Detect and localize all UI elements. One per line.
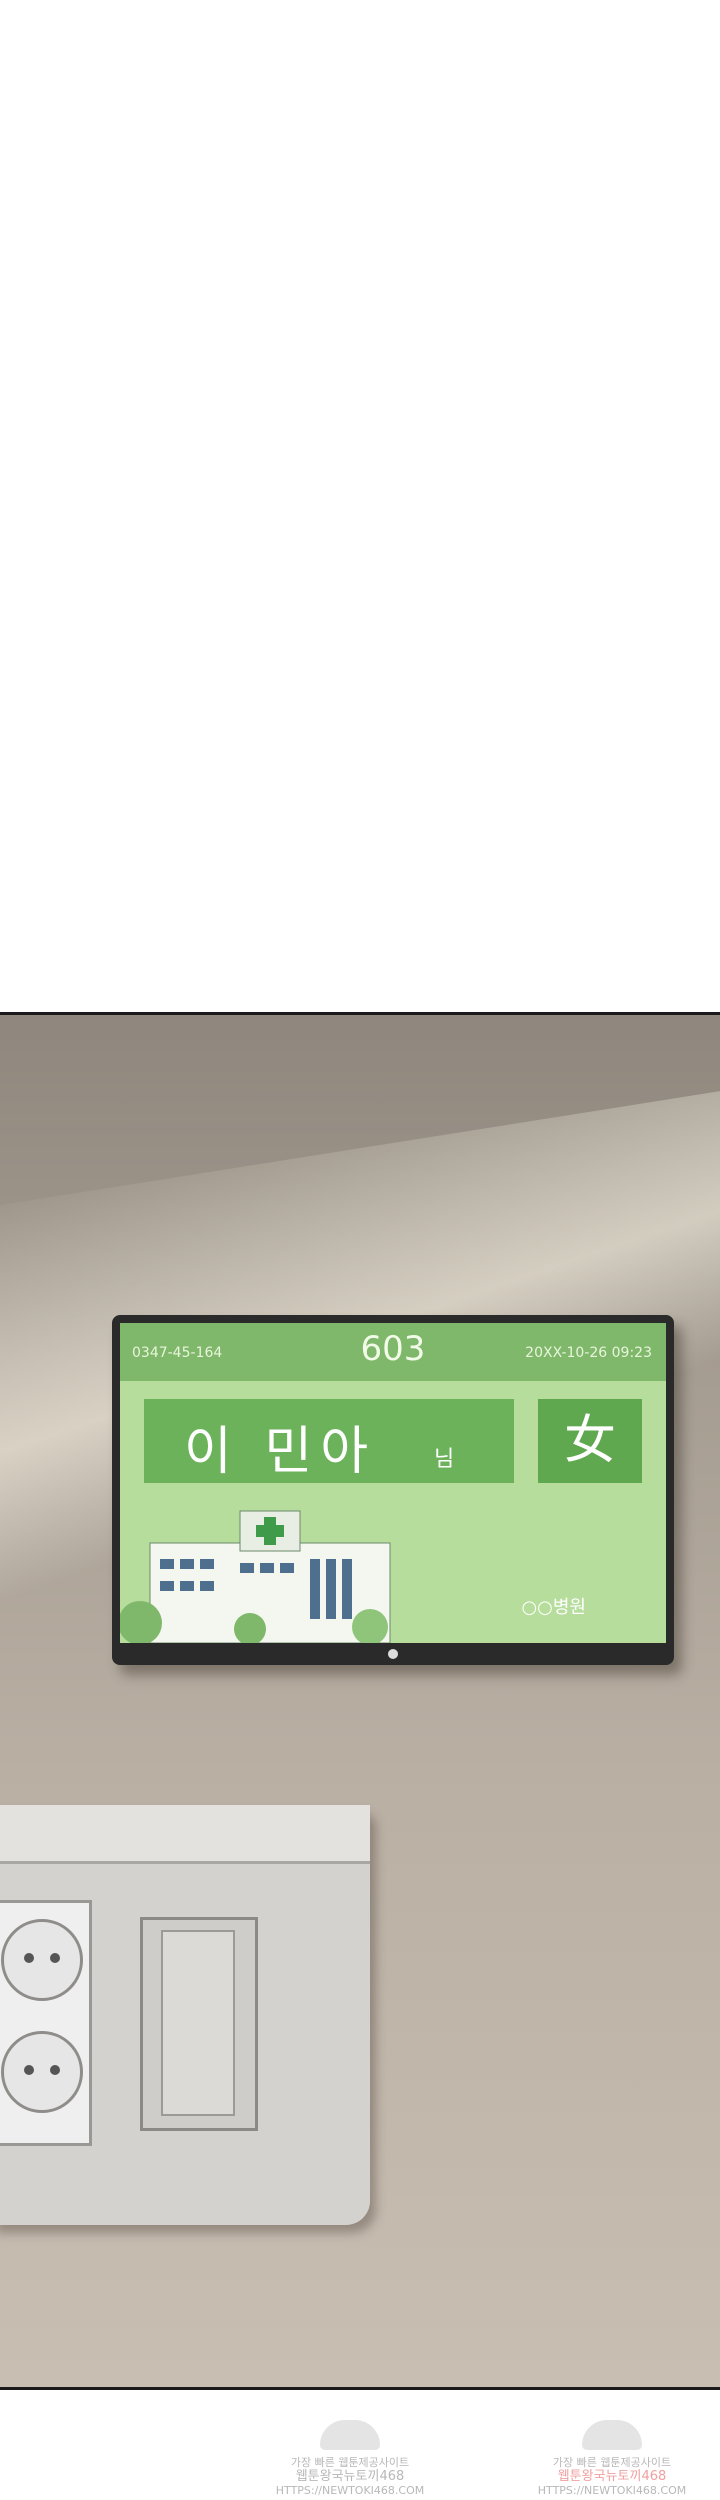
tv-screen: 0347-45-164 603 20XX-10-26 09:23 이 민아 님 … — [120, 1323, 666, 1643]
socket-pin — [24, 1953, 34, 1963]
hospital-illustration — [120, 1510, 391, 1643]
hospital-tv-display: 0347-45-164 603 20XX-10-26 09:23 이 민아 님 … — [112, 1315, 674, 1665]
wall-outlet-panel — [0, 1805, 370, 2225]
watermark-logo-icon — [582, 2420, 642, 2450]
comic-panel: 0347-45-164 603 20XX-10-26 09:23 이 민아 님 … — [0, 1012, 720, 2390]
footer-watermark-area: 가장 빠른 웹툰제공사이트 웹툰왕국뉴토끼468 HTTPS://NEWTOKI… — [0, 2390, 720, 2500]
gender-badge: 女 — [538, 1399, 642, 1483]
light-switch — [161, 1930, 235, 2116]
watermark-line2: 웹툰왕국뉴토끼468 — [295, 2469, 405, 2484]
tv-power-light — [388, 1649, 398, 1659]
hospital-name: ○○병원 — [521, 1597, 586, 1618]
watermark: 가장 빠른 웹툰제공사이트 웹툰왕국뉴토끼468 HTTPS://NEWTOKI… — [532, 2420, 692, 2498]
socket-pin — [24, 2065, 34, 2075]
watermark-line1: 가장 빠른 웹툰제공사이트 — [290, 2456, 410, 2469]
light-switch-plate — [140, 1917, 258, 2131]
socket-pin — [50, 1953, 60, 1963]
power-socket — [1, 2031, 83, 2113]
socket-plate — [0, 1900, 92, 2146]
honorific-suffix: 님 — [434, 1447, 455, 1472]
watermark-logo-icon — [320, 2420, 380, 2450]
socket-pin — [50, 2065, 60, 2075]
screen-header: 0347-45-164 603 20XX-10-26 09:23 — [120, 1323, 666, 1381]
power-socket — [1, 1919, 83, 2001]
watermark-line1: 가장 빠른 웹툰제공사이트 — [552, 2456, 672, 2469]
watermark: 가장 빠른 웹툰제공사이트 웹툰왕국뉴토끼468 HTTPS://NEWTOKI… — [270, 2420, 430, 2498]
watermark-line2: 웹툰왕국뉴토끼468 — [557, 2469, 667, 2484]
patient-name: 이 민아 — [184, 1422, 377, 1482]
blank-top-area — [0, 0, 720, 1012]
watermark-line3: HTTPS://NEWTOKI468.COM — [275, 2484, 425, 2497]
datetime-text: 20XX-10-26 09:23 — [525, 1345, 652, 1361]
patient-name-box: 이 민아 님 — [144, 1399, 514, 1483]
outlet-panel-top — [0, 1805, 370, 1864]
watermark-line3: HTTPS://NEWTOKI468.COM — [537, 2484, 687, 2497]
